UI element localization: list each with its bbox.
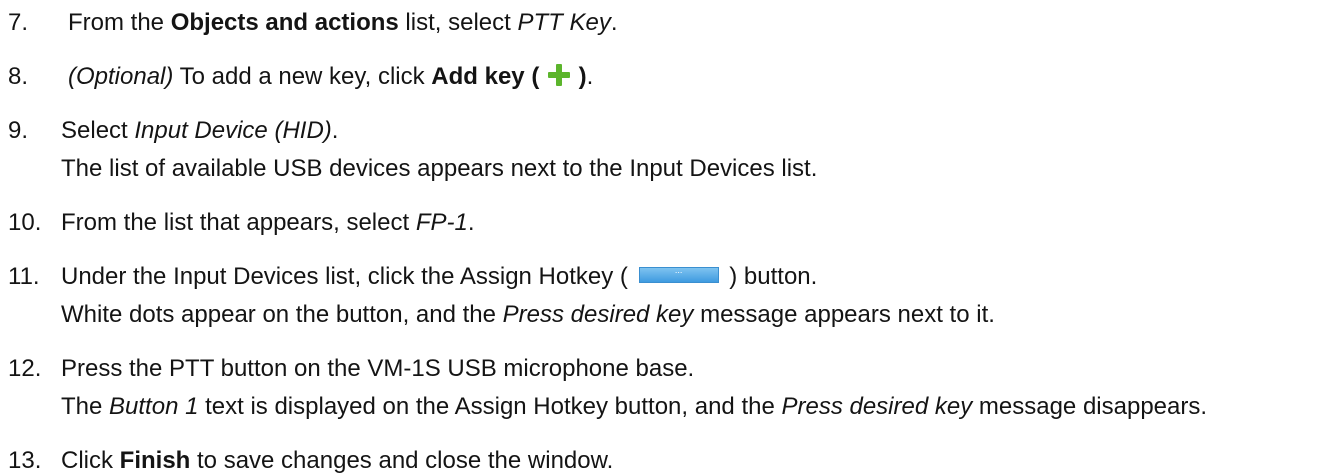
text-run: Under the Input Devices list, click the … (61, 263, 628, 290)
text-run: Click (61, 447, 120, 474)
text-run: From the (68, 9, 171, 36)
add-plus-icon (547, 64, 570, 86)
text-run: . (610, 9, 618, 36)
text-run: From the list that appears, select (61, 209, 416, 236)
ui-term-finish: Finish (119, 447, 191, 474)
text-run: Select (61, 117, 135, 144)
step-number: 12. (8, 355, 42, 382)
ui-term-ptt-key: PTT Key (517, 9, 611, 36)
ui-term-press-desired-key: Press desired key (502, 301, 694, 328)
text-run: list, select (398, 9, 518, 36)
step-text: Click Finish to save changes and close t… (61, 446, 613, 476)
step-result-text: White dots appear on the button, and the… (61, 300, 995, 330)
step-text: From the list that appears, select FP-1. (61, 208, 475, 238)
step-number: 13. (8, 447, 42, 474)
ui-term-add-key: Add key ( (431, 63, 540, 90)
step-number: 7. (8, 9, 29, 36)
ui-term-input-device-hid: Input Device (HID) (134, 117, 332, 144)
ui-term-objects-and-actions: Objects and actions (170, 9, 399, 36)
step-text: From the Objects and actions list, selec… (68, 8, 618, 38)
text-run: to save changes and close the window. (190, 447, 614, 474)
text-run: The (61, 393, 110, 420)
step-text: Press the PTT button on the VM-1S USB mi… (61, 355, 695, 382)
step-number: 10. (8, 209, 42, 236)
ui-term-fp-1: FP-1 (415, 209, 468, 236)
step-result-text: The list of available USB devices appear… (61, 155, 818, 182)
step-text: Under the Input Devices list, click the … (61, 262, 817, 292)
ui-term-button-1: Button 1 (109, 393, 199, 420)
assign-hotkey-button-image: ... (638, 265, 719, 283)
text-run: To add a new key, click (173, 63, 432, 90)
text-run: . (331, 117, 339, 144)
text-run: . (467, 209, 475, 236)
text-run: text is displayed on the Assign Hotkey b… (198, 393, 782, 420)
step-text: (Optional) To add a new key, click Add k… (68, 62, 593, 92)
text-run: message appears next to it. (693, 301, 995, 328)
text-run: message disappears. (972, 393, 1208, 420)
ui-term-press-desired-key: Press desired key (781, 393, 973, 420)
step-number: 9. (8, 117, 29, 144)
text-run: ) (578, 63, 587, 90)
text-run: . (586, 63, 594, 90)
optional-label: (Optional) (68, 63, 174, 90)
step-result-text: The Button 1 text is displayed on the As… (61, 392, 1207, 422)
step-number: 11. (8, 263, 40, 290)
text-run: ) button. (729, 263, 818, 290)
step-text: Select Input Device (HID). (61, 116, 338, 146)
step-number: 8. (8, 63, 29, 90)
text-run: White dots appear on the button, and the (61, 301, 503, 328)
hotkey-dots: ... (674, 265, 683, 275)
